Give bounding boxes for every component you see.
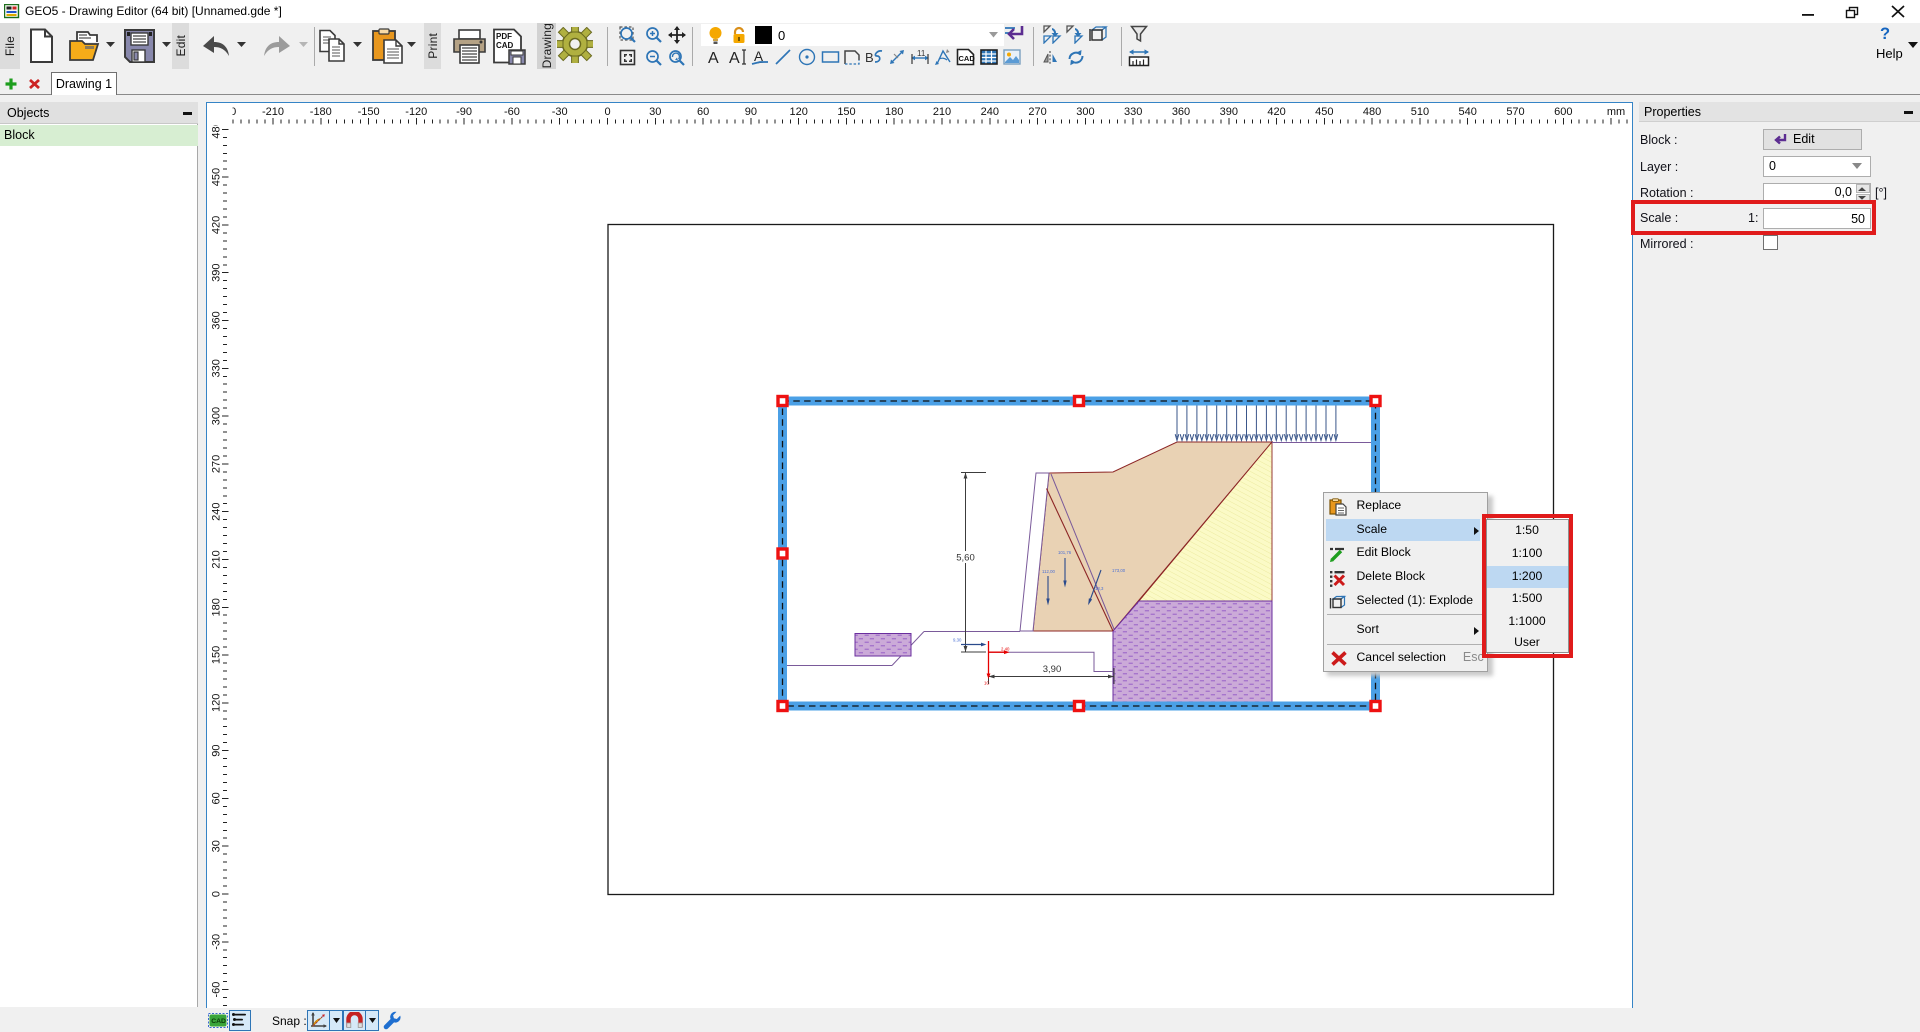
svg-text:360: 360 [211,311,223,329]
svg-text:420: 420 [1267,106,1285,118]
svg-text:60: 60 [697,106,709,118]
svg-text:90: 90 [745,106,757,118]
svg-text:330: 330 [211,359,223,377]
svg-text:A: A [729,50,740,66]
svg-text:0: 0 [211,891,223,897]
svg-text:300: 300 [211,407,223,425]
svg-text:240: 240 [211,503,223,521]
svg-text:B: B [865,50,874,65]
svg-text:30: 30 [211,840,223,852]
svg-text:-150: -150 [358,106,380,118]
svg-text:180: 180 [885,106,903,118]
svg-text:112,00: 112,00 [1042,569,1055,574]
svg-text:-30: -30 [552,106,568,118]
svg-text:120: 120 [790,106,808,118]
svg-text:-120: -120 [405,106,427,118]
svg-text:510: 510 [1411,106,1429,118]
svg-text:CAD: CAD [496,41,514,50]
svg-text:270: 270 [211,455,223,473]
svg-text:60: 60 [211,792,223,804]
svg-text:9,30: 9,30 [953,638,962,643]
svg-text:90: 90 [211,744,223,756]
svg-text:PDF: PDF [496,32,512,41]
svg-text:18,3: 18,3 [1095,586,1104,591]
svg-text:600: 600 [1554,106,1572,118]
svg-text:210: 210 [211,550,223,568]
svg-text:-210: -210 [262,106,284,118]
svg-text:A: A [708,50,719,66]
svg-text:-60: -60 [504,106,520,118]
svg-text:173,00: 173,00 [1112,568,1126,573]
svg-text:-90: -90 [456,106,472,118]
svg-text:390: 390 [211,264,223,282]
svg-text:360: 360 [1172,106,1190,118]
svg-text:11: 11 [917,49,926,58]
svg-text:420: 420 [211,216,223,234]
svg-text:270: 270 [1028,106,1046,118]
svg-text:2,40: 2,40 [1001,647,1010,652]
svg-text:570: 570 [1506,106,1524,118]
svg-text:330: 330 [1124,106,1142,118]
svg-text:540: 540 [1459,106,1477,118]
svg-text:-60: -60 [211,982,223,998]
svg-text:150: 150 [211,646,223,664]
svg-text:CAD: CAD [959,54,976,63]
svg-text:1C: 1C [984,681,990,686]
svg-text:450: 450 [1315,106,1333,118]
svg-text:0: 0 [604,106,610,118]
svg-text:101,76: 101,76 [1058,550,1072,555]
svg-text:150: 150 [837,106,855,118]
svg-text:5,60: 5,60 [956,553,975,564]
svg-text:480: 480 [1363,106,1381,118]
svg-text:120: 120 [211,694,223,712]
svg-text:390: 390 [1220,106,1238,118]
svg-text:240: 240 [981,106,999,118]
svg-text:180: 180 [211,598,223,616]
svg-text:210: 210 [933,106,951,118]
svg-text:30: 30 [649,106,661,118]
svg-text:450: 450 [211,168,223,186]
svg-text:300: 300 [1076,106,1094,118]
svg-text:CAD: CAD [211,1018,226,1025]
svg-text:-180: -180 [310,106,332,118]
svg-text:-30: -30 [211,934,223,950]
svg-text:3,90: 3,90 [1043,664,1062,675]
svg-text:mm: mm [1607,106,1625,118]
